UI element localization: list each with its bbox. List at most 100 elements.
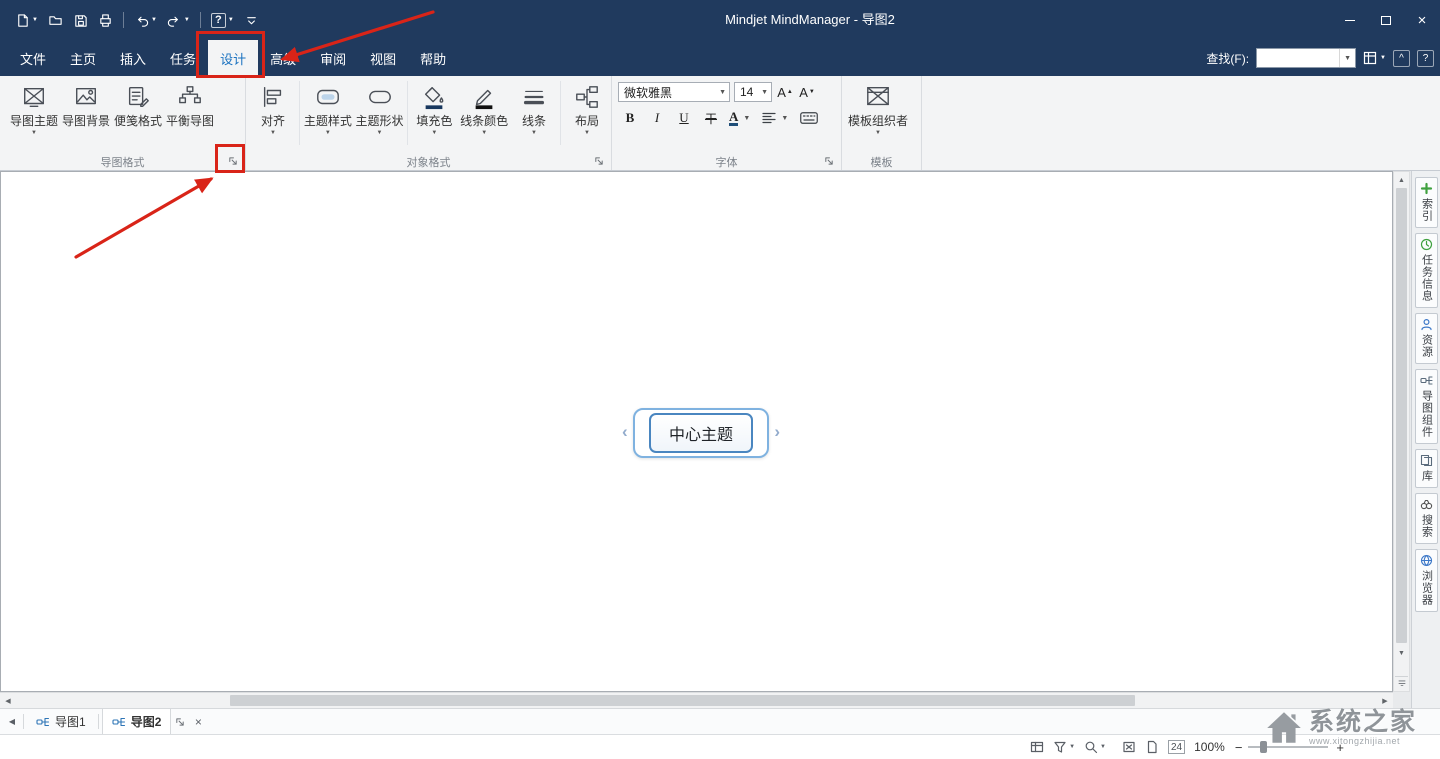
document-tab-map2[interactable]: 导图2 [102, 709, 172, 734]
vertical-scrollbar[interactable]: ▲ ▼ [1393, 171, 1410, 692]
chevron-down-icon[interactable]: ▼ [1339, 49, 1355, 67]
vertical-scrollbar-thumb[interactable] [1396, 188, 1407, 643]
document-tab-map1[interactable]: 导图1 [27, 709, 95, 734]
panel-tab-browser[interactable]: 浏览器 [1415, 549, 1438, 612]
scroll-left-icon[interactable]: ◀ [2, 693, 14, 708]
shrink-font-button[interactable]: A▼ [798, 82, 816, 102]
page-count-badge[interactable]: 24 [1168, 740, 1185, 754]
zoom-tool-button[interactable]: ▼ [1084, 740, 1106, 754]
underline-button[interactable]: U [675, 108, 693, 128]
tab-insert[interactable]: 插入 [108, 40, 158, 76]
text-align-button[interactable]: ▼ [762, 108, 791, 128]
panel-tab-task-info[interactable]: 任务信息 [1415, 233, 1438, 308]
panel-tab-index[interactable]: 索引 [1415, 177, 1438, 228]
close-view-button[interactable] [1122, 740, 1136, 754]
split-view-button[interactable] [1395, 676, 1408, 689]
print-button[interactable] [93, 6, 118, 34]
template-organizer-button[interactable]: 模板组织者 ▼ [846, 79, 910, 136]
panel-tab-search[interactable]: 搜索 [1415, 493, 1438, 544]
strikethrough-button[interactable]: 干 [702, 108, 720, 128]
open-button[interactable] [43, 6, 68, 34]
fill-color-button[interactable]: 填充色 ▼ [410, 79, 458, 136]
map-background-button[interactable]: 导图背景 [60, 79, 112, 128]
map-canvas[interactable]: ‹ 中心主题 › [0, 171, 1393, 692]
help-button[interactable]: ? [1417, 50, 1434, 67]
close-button[interactable]: × [1404, 0, 1440, 40]
zoom-slider-thumb[interactable] [1260, 741, 1267, 753]
minimize-button[interactable] [1332, 0, 1368, 40]
redo-button[interactable]: ▼ [162, 6, 195, 34]
tab-list-launcher[interactable] [171, 717, 189, 727]
tab-design[interactable]: 设计 [208, 40, 258, 76]
keyboard-button[interactable] [800, 108, 818, 128]
group-map-format: 导图主题 ▼ 导图背景 便笺格式 平衡导图 导图格式 [0, 76, 246, 170]
font-dialog-launcher[interactable] [823, 155, 835, 167]
tab-advanced[interactable]: 高级 [258, 40, 308, 76]
italic-button[interactable]: I [648, 108, 666, 128]
panel-tab-resources[interactable]: 资源 [1415, 313, 1438, 364]
marker-list-button[interactable]: ▼ [1363, 51, 1386, 65]
task-info-icon [1420, 238, 1433, 251]
tab-view[interactable]: 视图 [358, 40, 408, 76]
maximize-button[interactable] [1368, 0, 1404, 40]
central-topic[interactable]: 中心主题 [649, 413, 753, 453]
customize-toolbar-button[interactable] [239, 6, 264, 34]
scroll-down-icon[interactable]: ▼ [1394, 647, 1409, 659]
line-button[interactable]: 线条 ▼ [510, 79, 558, 136]
zoom-slider[interactable] [1248, 740, 1328, 754]
font-family-select[interactable]: 微软雅黑 ▼ [618, 82, 730, 102]
group-divider [560, 81, 561, 145]
new-document-icon [15, 13, 30, 28]
collapse-ribbon-button[interactable]: ^ [1393, 50, 1410, 67]
grow-font-button[interactable]: A▲ [776, 82, 794, 102]
note-format-button[interactable]: 便笺格式 [112, 79, 164, 128]
help-menu-button[interactable]: ? ▼ [206, 6, 239, 34]
filter-button[interactable]: ▼ [1053, 740, 1075, 754]
map-theme-button[interactable]: 导图主题 ▼ [8, 79, 60, 136]
zoom-level[interactable]: 100% [1194, 740, 1225, 754]
scroll-up-icon[interactable]: ▲ [1394, 174, 1409, 186]
triangle-down-icon: ▼ [809, 89, 815, 95]
object-format-dialog-launcher[interactable] [593, 155, 605, 167]
page-setup-button[interactable] [1145, 740, 1159, 754]
tab-review[interactable]: 审阅 [308, 40, 358, 76]
chevron-down-icon: ▼ [31, 130, 37, 136]
zoom-in-button[interactable]: + [1336, 740, 1344, 755]
line-color-button[interactable]: 线条颜色 ▼ [458, 79, 510, 136]
group-template: 模板组织者 ▼ 模板 [842, 76, 922, 170]
panel-tab-map-parts[interactable]: 导图组件 [1415, 369, 1438, 444]
font-color-button[interactable]: A ▼ [729, 108, 753, 128]
close-document-button[interactable]: × [189, 715, 207, 729]
tab-home[interactable]: 主页 [58, 40, 108, 76]
insert-topic-handle-right-icon[interactable]: › [774, 422, 780, 442]
panel-tab-library[interactable]: 库 [1415, 449, 1438, 488]
customize-toolbar-icon [244, 13, 259, 28]
tab-scroll-left-icon[interactable]: ◀ [4, 717, 20, 726]
balance-map-button[interactable]: 平衡导图 [164, 79, 216, 128]
new-document-button[interactable]: ▼ [10, 6, 43, 34]
tab-separator [98, 714, 99, 729]
topic-shape-button[interactable]: 主题形状 ▼ [354, 79, 406, 136]
scroll-right-icon[interactable]: ▶ [1379, 693, 1391, 708]
topic-style-button[interactable]: 主题样式 ▼ [302, 79, 354, 136]
marker-view-button[interactable] [1030, 740, 1044, 754]
close-box-icon [1122, 740, 1136, 754]
undo-button[interactable]: ▼ [129, 6, 162, 34]
tab-help[interactable]: 帮助 [408, 40, 458, 76]
chevron-down-icon: ▼ [481, 130, 487, 136]
find-input[interactable]: ▼ [1256, 48, 1356, 68]
save-button[interactable] [68, 6, 93, 34]
tab-file[interactable]: 文件 [8, 40, 58, 76]
insert-topic-handle-left-icon[interactable]: ‹ [622, 422, 628, 442]
map-format-dialog-launcher[interactable] [227, 155, 239, 167]
horizontal-scrollbar-thumb[interactable] [230, 695, 1135, 706]
bold-button[interactable]: B [621, 108, 639, 128]
group-divider [299, 81, 300, 145]
horizontal-scrollbar[interactable]: ◀ ▶ [0, 692, 1393, 708]
align-button[interactable]: 对齐 ▼ [249, 79, 297, 136]
chevron-down-icon: ▼ [758, 89, 771, 96]
tab-task[interactable]: 任务 [158, 40, 208, 76]
layout-button[interactable]: 布局 ▼ [563, 79, 611, 136]
zoom-out-button[interactable]: − [1235, 740, 1243, 755]
font-size-select[interactable]: 14 ▼ [734, 82, 772, 102]
